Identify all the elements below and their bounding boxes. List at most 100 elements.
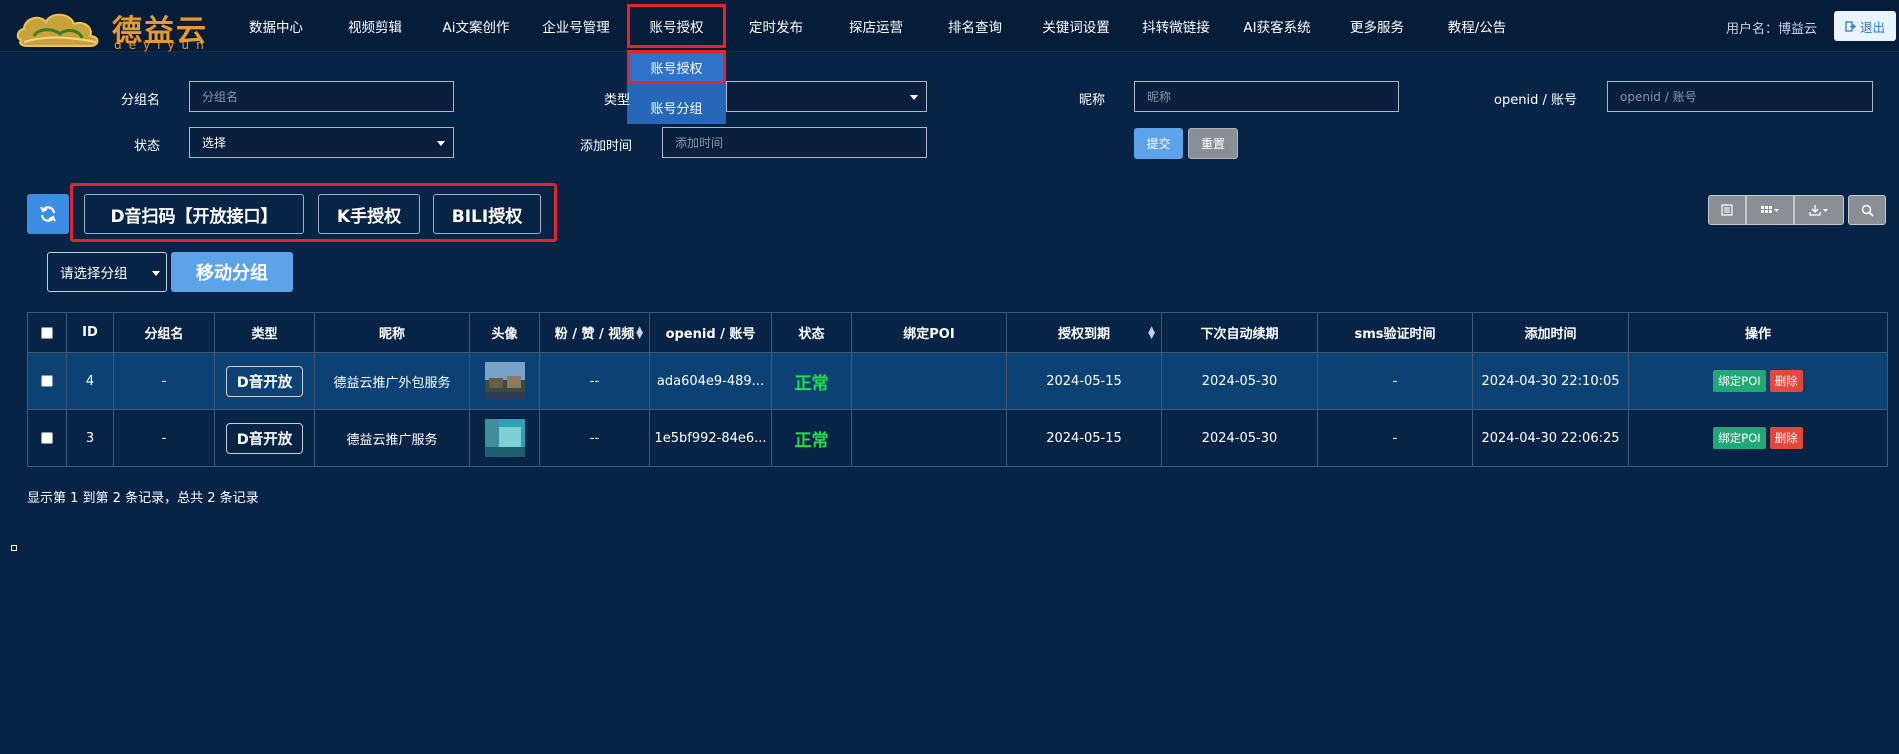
group-select[interactable]: 请选择分组 xyxy=(47,252,167,292)
cell-sms: - xyxy=(1317,409,1473,467)
kuaishou-auth-button[interactable]: K手授权 xyxy=(318,194,420,234)
cell-added: 2024-04-30 22:10:05 xyxy=(1472,352,1629,410)
row-select-cell xyxy=(27,409,67,467)
cell-status: 正常 xyxy=(771,409,852,467)
openid-label: openid / 账号 xyxy=(1494,93,1577,108)
dropdown-item-account-auth[interactable]: 账号授权 xyxy=(627,50,726,84)
avatar xyxy=(484,419,525,457)
openid-input[interactable]: openid / 账号 xyxy=(1607,81,1873,112)
brand-logo[interactable]: 德益云 deyiyun xyxy=(14,4,214,52)
nav-item-video-edit[interactable]: 视频剪辑 xyxy=(326,0,424,52)
nav-item-data-center[interactable]: 数据中心 xyxy=(227,0,325,52)
group-select-value: 请选择分组 xyxy=(60,266,128,282)
avatar xyxy=(484,362,525,400)
cell-group: - xyxy=(113,352,215,410)
cell-id: 4 xyxy=(66,352,114,410)
nickname-input[interactable]: 昵称 xyxy=(1134,81,1399,112)
search-icon xyxy=(1861,204,1874,217)
small-square-marker xyxy=(11,545,17,551)
chevron-down-icon xyxy=(152,271,160,276)
cell-nickname: 德益云推广外包服务 xyxy=(314,352,470,410)
bili-auth-button[interactable]: BILI授权 xyxy=(433,194,541,234)
cell-stats: -- xyxy=(539,352,650,410)
col-renew: 下次自动续期 xyxy=(1161,312,1318,353)
col-status: 状态 xyxy=(771,312,852,353)
nav-item-ai-copywriting[interactable]: Ai文案创作 xyxy=(426,0,526,52)
nav-item-wechat-link[interactable]: 抖转微链接 xyxy=(1127,0,1225,52)
status-badge: 正常 xyxy=(794,430,829,451)
toggle-view-button[interactable] xyxy=(1708,195,1746,225)
cell-actions: 绑定POI 删除 xyxy=(1628,409,1888,467)
col-sms: sms验证时间 xyxy=(1317,312,1473,353)
nav-item-more-services[interactable]: 更多服务 xyxy=(1328,0,1426,52)
download-icon xyxy=(1809,205,1828,216)
submit-button[interactable]: 提交 xyxy=(1134,128,1183,159)
col-expire: 授权到期 xyxy=(1057,327,1110,342)
table-header-row: ID 分组名 类型 昵称 头像 粉 / 赞 / 视频 ▲ ▼ openid / 账号… xyxy=(27,312,1888,353)
cell-status: 正常 xyxy=(771,352,852,410)
cloud-logo-icon xyxy=(16,13,99,47)
row-checkbox[interactable] xyxy=(41,432,53,444)
status-badge: 正常 xyxy=(794,373,829,394)
delete-button[interactable]: 删除 xyxy=(1769,370,1803,392)
nav-item-enterprise-account[interactable]: 企业号管理 xyxy=(527,0,625,52)
row-checkbox[interactable] xyxy=(41,375,53,387)
cell-added: 2024-04-30 22:06:25 xyxy=(1472,409,1629,467)
nav-item-account-auth[interactable]: 账号授权 xyxy=(627,4,726,48)
col-stats-header[interactable]: 粉 / 赞 / 视频 ▲ ▼ xyxy=(539,312,650,353)
cell-type: D音开放 xyxy=(214,409,315,467)
username-label: 用户名：博益云 xyxy=(1726,22,1818,37)
col-stats: 粉 / 赞 / 视频 xyxy=(554,327,635,342)
nav-item-ai-leads[interactable]: AI获客系统 xyxy=(1226,0,1328,52)
col-id: ID xyxy=(66,312,114,353)
move-group-button[interactable]: 移动分组 xyxy=(171,252,293,292)
cell-poi xyxy=(851,352,1007,410)
cell-avatar xyxy=(469,409,540,467)
cell-sms: - xyxy=(1317,352,1473,410)
type-select[interactable] xyxy=(726,81,927,112)
nav-item-keywords[interactable]: 关键词设置 xyxy=(1025,0,1127,52)
cell-openid: ada604e9-489... xyxy=(649,352,772,410)
chevron-down-icon xyxy=(910,95,918,100)
table-row: 3 - D音开放 德益云推广服务 -- 1e5bf992-84e6... 正常 … xyxy=(27,409,1888,467)
export-button[interactable] xyxy=(1794,195,1844,225)
col-expire-header[interactable]: 授权到期 ▲ ▼ xyxy=(1006,312,1162,353)
logout-icon xyxy=(1845,20,1856,32)
cell-actions: 绑定POI 删除 xyxy=(1628,352,1888,410)
nickname-label: 昵称 xyxy=(1078,93,1105,108)
status-select[interactable]: 选择 xyxy=(189,127,454,158)
reset-button[interactable]: 重置 xyxy=(1188,128,1238,159)
group-name-label: 分组名 xyxy=(120,93,160,108)
logout-button[interactable]: 退出 xyxy=(1834,11,1896,41)
type-tag: D音开放 xyxy=(225,422,304,454)
cell-renew: 2024-05-30 xyxy=(1161,352,1318,410)
cell-expire: 2024-05-15 xyxy=(1006,409,1162,467)
row-select-cell xyxy=(27,352,67,410)
select-all-checkbox[interactable] xyxy=(41,326,53,339)
search-button[interactable] xyxy=(1848,195,1886,225)
brand-subtitle: deyiyun xyxy=(114,38,211,52)
account-auth-dropdown: 账号授权 账号分组 xyxy=(627,50,726,124)
cell-nickname: 德益云推广服务 xyxy=(314,409,470,467)
dropdown-item-account-group[interactable]: 账号分组 xyxy=(627,90,726,124)
group-name-input[interactable]: 分组名 xyxy=(189,81,454,112)
columns-button[interactable] xyxy=(1746,195,1794,225)
logout-label: 退出 xyxy=(1859,19,1885,35)
refresh-button[interactable] xyxy=(27,194,69,234)
bind-poi-button[interactable]: 绑定POI xyxy=(1713,370,1766,392)
bind-poi-button[interactable]: 绑定POI xyxy=(1713,427,1766,449)
top-nav-bar: 德益云 deyiyun 数据中心 视频剪辑 Ai文案创作 企业号管理 账号授权 … xyxy=(0,0,1899,52)
nav-item-scheduled-publish[interactable]: 定时发布 xyxy=(727,0,825,52)
delete-button[interactable]: 删除 xyxy=(1769,427,1803,449)
add-time-input[interactable]: 添加时间 xyxy=(662,127,927,158)
col-poi: 绑定POI xyxy=(851,312,1007,353)
sort-icon: ▲ ▼ xyxy=(636,325,643,341)
col-nickname: 昵称 xyxy=(314,312,470,353)
nav-item-store-visit[interactable]: 探店运营 xyxy=(827,0,925,52)
col-type: 类型 xyxy=(214,312,315,353)
status-select-value: 选择 xyxy=(202,136,227,150)
nav-item-ranking[interactable]: 排名查询 xyxy=(926,0,1024,52)
nav-item-tutorials[interactable]: 教程/公告 xyxy=(1428,0,1526,52)
douyin-scan-auth-button[interactable]: D音扫码【开放接口】 xyxy=(84,194,304,234)
table-tools xyxy=(1708,195,1844,225)
